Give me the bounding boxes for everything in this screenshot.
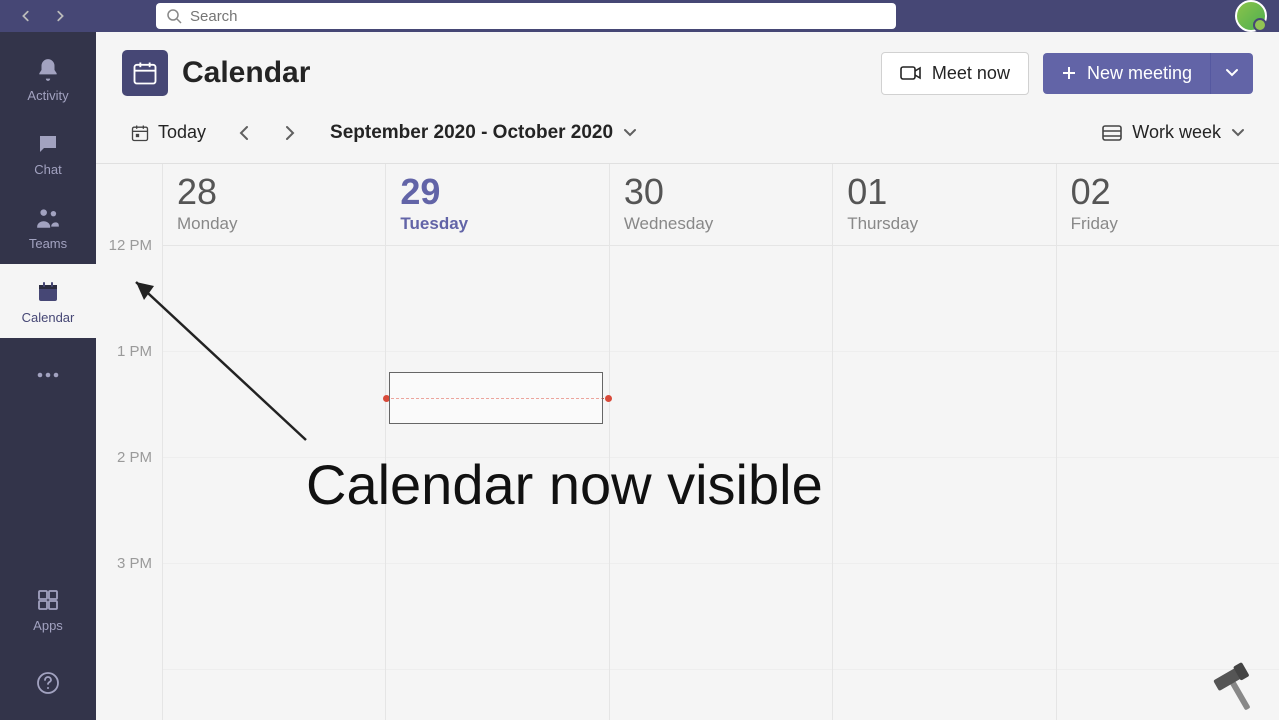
day-header: 30 Wednesday: [610, 164, 832, 246]
calendar-grid: 12 PM 1 PM 2 PM 3 PM 28 Monday: [96, 164, 1279, 720]
time-label: 2 PM: [96, 449, 162, 555]
sidebar-item-label: Teams: [29, 236, 67, 251]
camera-icon: [900, 64, 922, 82]
days-container: 28 Monday 29 Tuesday: [162, 164, 1279, 720]
time-gutter: 12 PM 1 PM 2 PM 3 PM: [96, 164, 162, 720]
event-selection[interactable]: [389, 372, 602, 424]
sidebar-item-label: Apps: [33, 618, 63, 633]
chevron-down-icon: [623, 128, 637, 138]
new-meeting-dropdown[interactable]: [1210, 53, 1253, 94]
sidebar-item-calendar[interactable]: Calendar: [0, 264, 96, 338]
day-column-fri[interactable]: 02 Friday: [1056, 164, 1279, 720]
bell-icon: [34, 56, 62, 84]
time-label: 12 PM: [96, 237, 162, 343]
apps-icon: [34, 586, 62, 614]
sidebar-item-label: Calendar: [22, 310, 75, 325]
chevron-down-icon: [1225, 68, 1239, 78]
search-icon: [166, 8, 182, 24]
teams-icon: [34, 204, 62, 232]
day-header: 29 Tuesday: [386, 164, 608, 246]
sidebar-item-teams[interactable]: Teams: [0, 190, 96, 264]
chevron-right-icon: [284, 125, 296, 141]
next-week-button[interactable]: [274, 121, 306, 145]
day-column-thu[interactable]: 01 Thursday: [832, 164, 1055, 720]
list-icon: [1102, 125, 1122, 141]
sidebar-item-chat[interactable]: Chat: [0, 116, 96, 190]
today-button[interactable]: Today: [122, 116, 214, 149]
forward-button[interactable]: [46, 2, 74, 30]
calendar-today-icon: [130, 123, 150, 143]
day-column-tue[interactable]: 29 Tuesday: [385, 164, 608, 720]
sidebar-item-label: Activity: [27, 88, 68, 103]
day-header: 28 Monday: [163, 164, 385, 246]
day-header: 01 Thursday: [833, 164, 1055, 246]
calendar-icon: [34, 278, 62, 306]
sidebar-item-label: Chat: [34, 162, 61, 177]
prev-week-button[interactable]: [228, 121, 260, 145]
chevron-left-icon: [238, 125, 250, 141]
calendar-content: Calendar Meet now New meeting Today: [96, 32, 1279, 720]
back-button[interactable]: [12, 2, 40, 30]
page-title: Calendar: [182, 56, 310, 90]
app-sidebar: Activity Chat Teams Calendar: [0, 32, 96, 720]
sidebar-item-help[interactable]: [0, 646, 96, 720]
day-column-wed[interactable]: 30 Wednesday: [609, 164, 832, 720]
time-label: 1 PM: [96, 343, 162, 449]
plus-icon: [1061, 65, 1077, 81]
avatar[interactable]: [1235, 0, 1267, 32]
meet-now-button[interactable]: Meet now: [881, 52, 1029, 95]
calendar-toolbar: Today September 2020 - October 2020 Work…: [96, 110, 1279, 164]
sidebar-item-activity[interactable]: Activity: [0, 42, 96, 116]
more-icon: [34, 361, 62, 389]
day-column-mon[interactable]: 28 Monday: [162, 164, 385, 720]
calendar-header: Calendar Meet now New meeting: [96, 32, 1279, 110]
sidebar-item-more[interactable]: [0, 338, 96, 412]
time-label: 3 PM: [96, 555, 162, 661]
date-range-selector[interactable]: September 2020 - October 2020: [330, 122, 637, 144]
chevron-down-icon: [1231, 128, 1245, 138]
search-box[interactable]: [156, 3, 896, 29]
day-header: 02 Friday: [1057, 164, 1279, 246]
chat-icon: [34, 130, 62, 158]
search-input[interactable]: [190, 8, 886, 25]
calendar-app-icon: [122, 50, 168, 96]
sidebar-item-apps[interactable]: Apps: [0, 572, 96, 646]
view-selector[interactable]: Work week: [1094, 116, 1253, 149]
new-meeting-button[interactable]: New meeting: [1043, 53, 1210, 94]
title-bar: [0, 0, 1279, 32]
help-icon: [34, 669, 62, 697]
